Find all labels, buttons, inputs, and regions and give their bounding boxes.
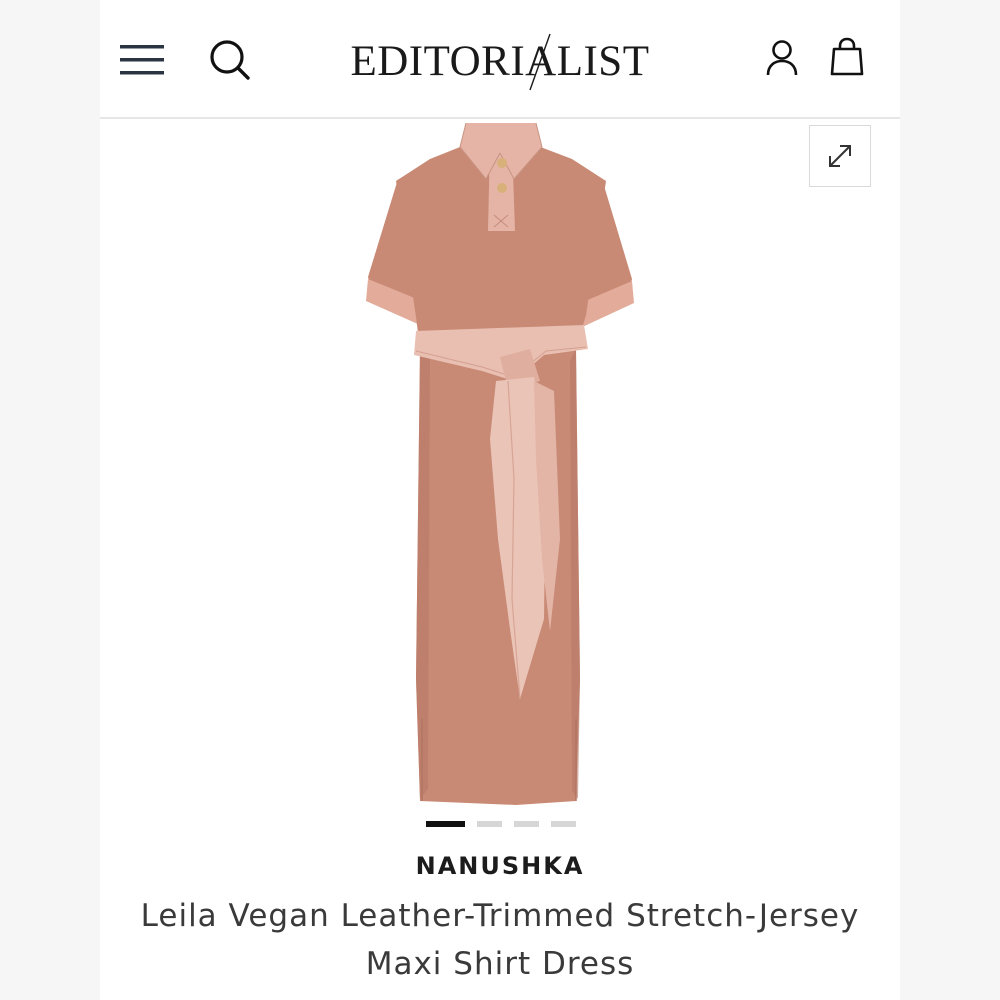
logo-slash-mark <box>529 33 551 91</box>
product-brand[interactable]: NANUSHKA <box>100 852 900 880</box>
shopping-bag-icon <box>830 37 864 76</box>
product-image-gallery[interactable] <box>100 119 900 819</box>
search-button[interactable] <box>204 36 256 84</box>
carousel-dot-2[interactable] <box>476 821 502 827</box>
product-page: EDITORIALIST NANUSHKA Leila Vegan Leathe… <box>100 0 900 1000</box>
product-image-dress[interactable] <box>350 119 650 809</box>
product-title-line-2: Maxi Shirt Dress <box>365 946 635 982</box>
menu-button[interactable] <box>114 36 170 84</box>
site-logo[interactable]: EDITORIALIST <box>332 26 668 96</box>
bag-button[interactable] <box>826 34 868 80</box>
product-title: Leila Vegan Leather-Trimmed Stretch-Jers… <box>120 892 880 988</box>
expand-arrows-icon <box>829 145 851 167</box>
carousel-indicators <box>426 821 577 829</box>
site-header: EDITORIALIST <box>100 0 900 119</box>
carousel-dot-1[interactable] <box>426 821 465 827</box>
carousel-dot-4[interactable] <box>550 821 577 827</box>
screenshot-frame: EDITORIALIST NANUSHKA Leila Vegan Leathe… <box>0 0 1000 1000</box>
hamburger-menu-icon <box>120 45 164 75</box>
user-icon <box>766 40 798 76</box>
search-icon <box>210 40 250 80</box>
carousel-dot-3[interactable] <box>513 821 539 827</box>
expand-image-button[interactable] <box>809 125 871 187</box>
product-title-line-1: Leila Vegan Leather-Trimmed Stretch-Jers… <box>140 898 860 934</box>
account-button[interactable] <box>762 36 802 80</box>
